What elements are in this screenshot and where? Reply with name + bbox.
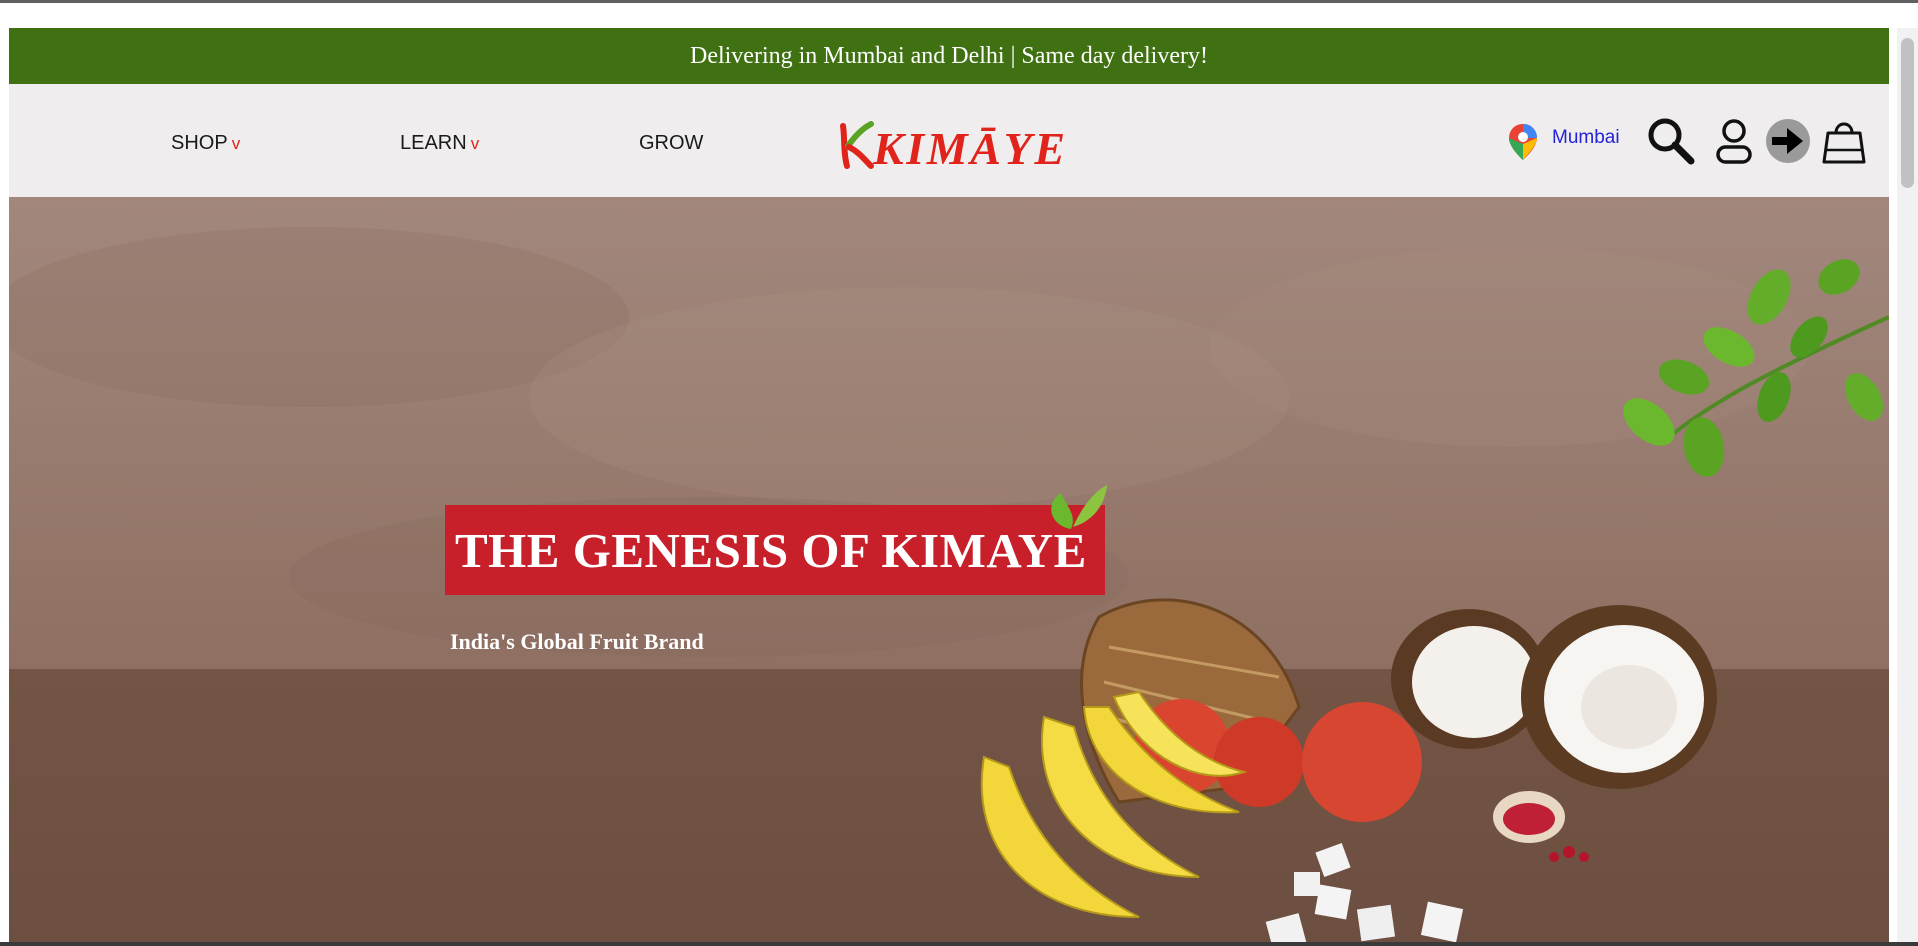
fruit-basket-image (980, 598, 1717, 946)
announcement-bar: Delivering in Mumbai and Delhi | Same da… (9, 28, 1889, 84)
nav-grow[interactable]: GROW (639, 132, 703, 155)
login-arrow-icon[interactable] (1763, 116, 1813, 166)
location-link[interactable]: Mumbai (1552, 127, 1620, 149)
page: Delivering in Mumbai and Delhi | Same da… (9, 28, 1889, 946)
nav-learn[interactable]: LEARN v (400, 132, 479, 155)
nav-learn-label: LEARN (400, 132, 467, 154)
chevron-down-icon: v (231, 134, 241, 153)
chevron-down-icon: v (470, 134, 480, 153)
search-icon[interactable] (1646, 116, 1696, 166)
hero-title-banner: THE GENESIS OF KIMAYE (445, 505, 1105, 595)
shopping-bag-icon[interactable] (1819, 116, 1869, 166)
browser-top-border (0, 0, 1918, 3)
map-pin-icon (1509, 124, 1537, 160)
nav-grow-label: GROW (639, 132, 704, 154)
leaves-image (1623, 259, 1889, 477)
logo-text: KIMĀYE (872, 123, 1065, 172)
kimaye-logo[interactable]: KIMĀYE (835, 116, 1070, 172)
scrollbar-thumb[interactable] (1901, 38, 1914, 188)
leaf-icon (1051, 485, 1107, 529)
nav-shop[interactable]: SHOP v (171, 132, 240, 155)
hero-subtitle: India's Global Fruit Brand (450, 629, 704, 654)
user-icon[interactable] (1709, 116, 1759, 166)
nav-shop-label: SHOP (171, 132, 228, 154)
announcement-text: Delivering in Mumbai and Delhi | Same da… (689, 42, 1208, 69)
browser-bottom-border (0, 942, 1918, 946)
hero-banner: THE GENESIS OF KIMAYE India's Global Fru… (9, 197, 1889, 946)
site-header: SHOP v LEARN v GROW KIMĀYE Mumbai (9, 84, 1889, 197)
hero-title: THE GENESIS OF KIMAYE (455, 522, 1087, 578)
